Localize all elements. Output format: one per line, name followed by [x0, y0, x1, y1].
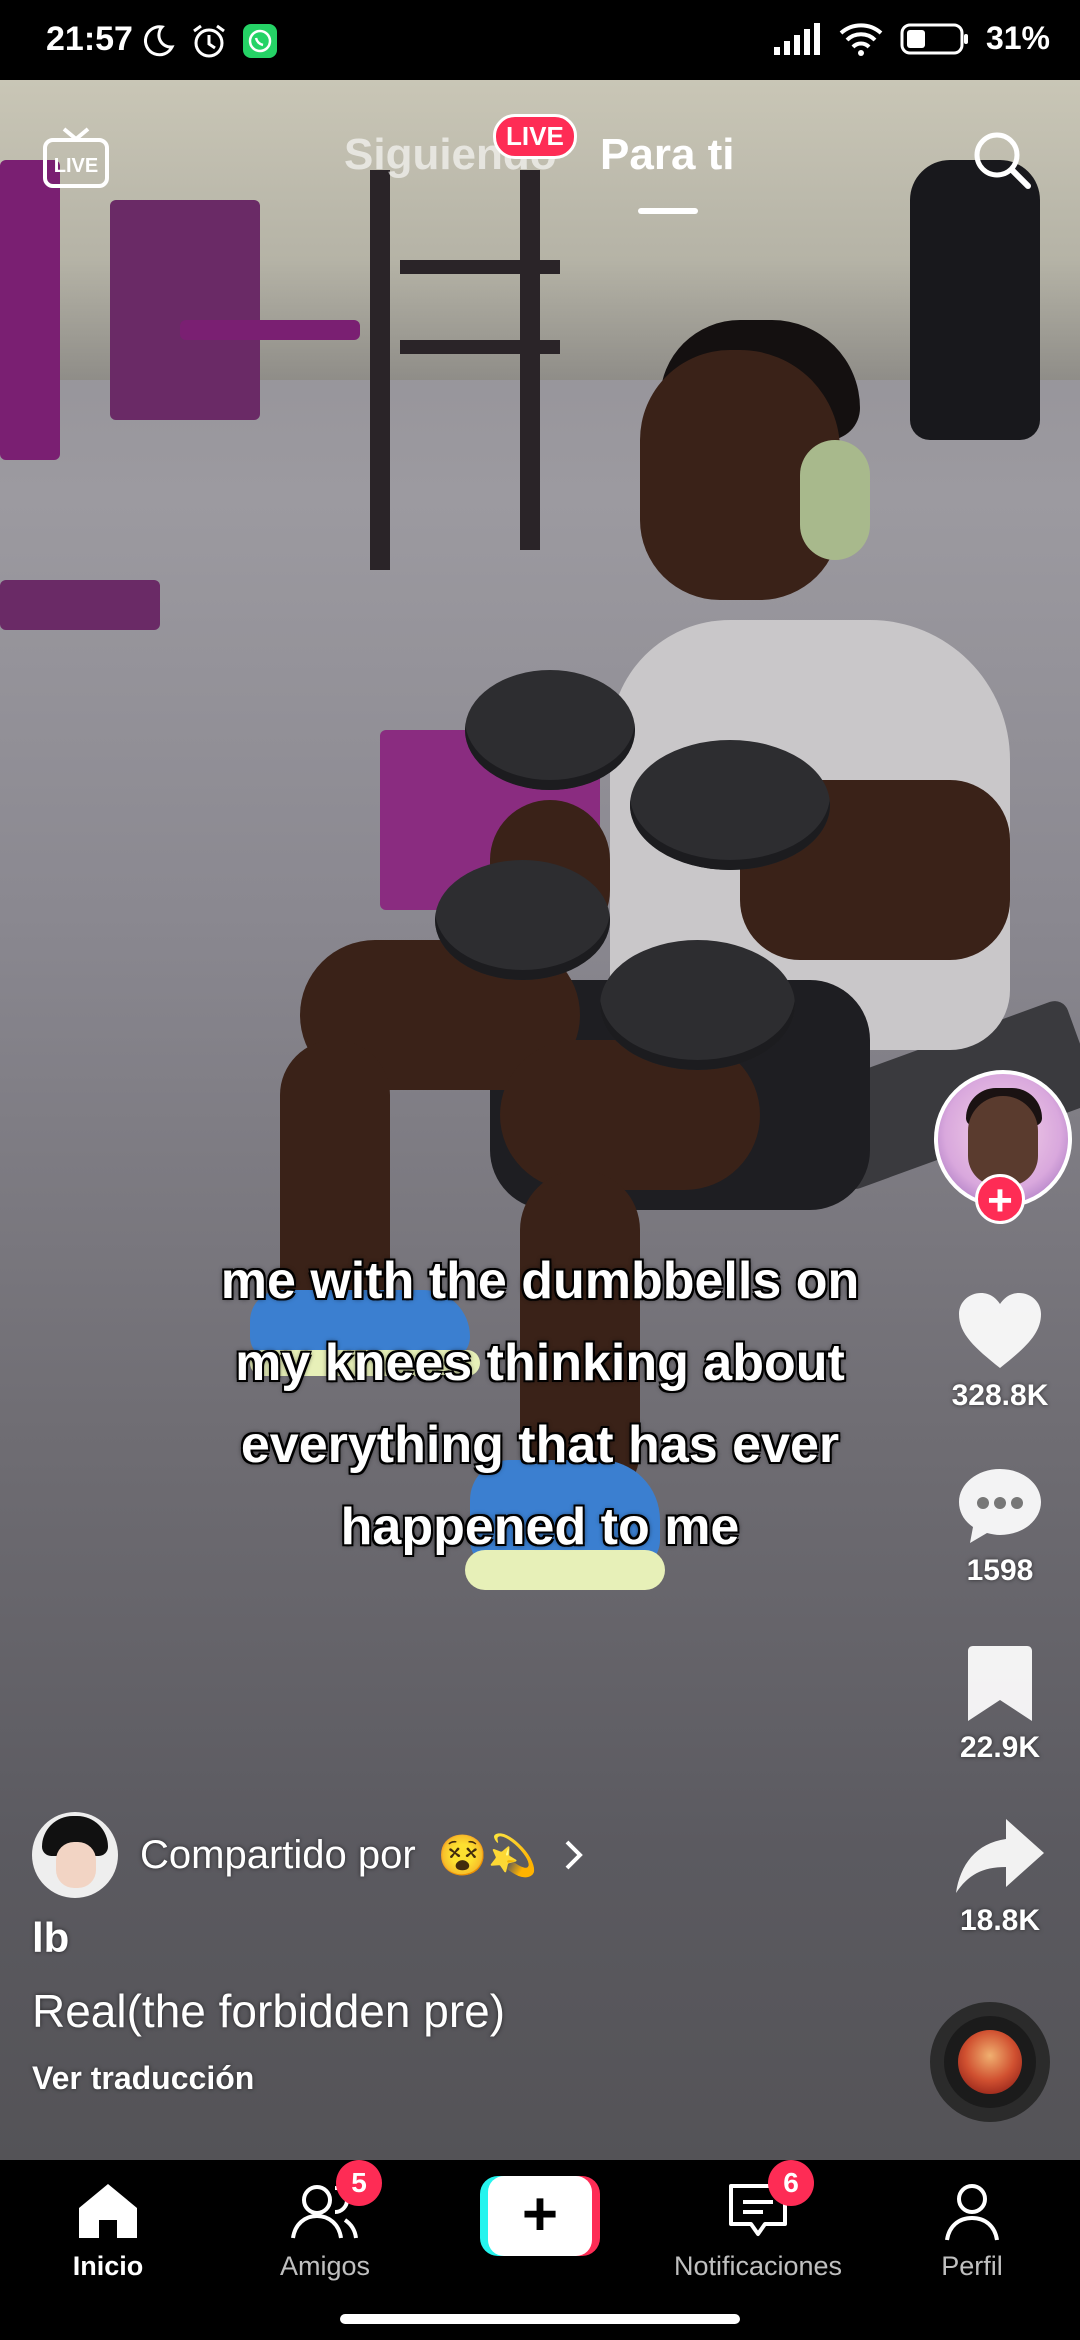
whatsapp-icon	[243, 24, 277, 58]
plus-icon: +	[488, 2176, 592, 2256]
heart-icon	[959, 1293, 1041, 1368]
search-button[interactable]	[970, 128, 1034, 192]
dumbbell	[600, 940, 795, 1070]
like-count: 328.8K	[951, 1379, 1049, 1412]
translate-link[interactable]: Ver traducción	[32, 2060, 852, 2097]
tv-live-icon: LIVE	[43, 127, 109, 188]
save-count: 22.9K	[959, 1731, 1041, 1764]
sharer-avatar[interactable]	[32, 1812, 118, 1898]
nav-home[interactable]: Inicio	[8, 2180, 208, 2282]
battery-icon	[900, 23, 968, 54]
shared-by-emoji: 😵💫	[437, 1833, 538, 1878]
share-count: 18.8K	[959, 1904, 1041, 1937]
home-indicator[interactable]	[340, 2314, 740, 2324]
home-icon	[79, 2184, 137, 2238]
alarm-icon	[193, 24, 225, 58]
video-caption: me with the dumbbells on my knees thinki…	[140, 1240, 940, 1568]
save-button[interactable]: 22.9K	[920, 1642, 1080, 1765]
status-icons-right: 31%	[772, 20, 1050, 57]
status-icons-left	[140, 22, 278, 60]
comment-icon	[959, 1469, 1041, 1543]
weight-rack-bar	[400, 340, 560, 354]
shared-by-row[interactable]: Compartido por 😵💫	[32, 1810, 852, 1900]
nav-inbox[interactable]: Notificaciones	[658, 2180, 858, 2282]
dumbbell	[630, 740, 830, 870]
headphones	[800, 440, 870, 560]
gym-bench	[180, 320, 360, 340]
battery-percent: 31%	[985, 20, 1050, 56]
top-nav: LIVE Siguiendo LIVE Para ti	[0, 80, 1080, 230]
chevron-right-icon	[565, 1840, 584, 1870]
caption-line: my knees thinking about	[235, 1334, 845, 1392]
dumbbell	[465, 670, 635, 790]
creator-username[interactable]: lb	[32, 1914, 852, 1962]
dumbbell	[435, 860, 610, 980]
moon-icon	[143, 25, 175, 57]
share-button[interactable]: 18.8K	[920, 1815, 1080, 1938]
gym-machine	[110, 200, 260, 420]
profile-icon	[945, 2184, 999, 2241]
status-time: 21:57	[46, 20, 133, 58]
tab-for-you[interactable]: Para ti	[600, 130, 735, 180]
weight-rack	[370, 170, 390, 570]
caption-line: happened to me	[340, 1498, 740, 1556]
music-cover	[958, 2030, 1022, 2094]
wifi-icon	[839, 22, 883, 56]
signal-icon	[773, 22, 820, 55]
live-badge: LIVE	[493, 114, 577, 159]
nav-friends[interactable]: Amigos	[225, 2180, 425, 2282]
nav-friends-label: Amigos	[279, 2251, 371, 2281]
like-button[interactable]: 328.8K	[920, 1290, 1080, 1413]
live-button[interactable]: LIVE	[42, 125, 110, 189]
nav-profile-label: Perfil	[941, 2251, 1003, 2281]
comment-button[interactable]: 1598	[920, 1465, 1080, 1588]
follow-button[interactable]: +	[975, 1174, 1025, 1225]
status-bar: 21:57 31%	[0, 0, 1080, 80]
video-description[interactable]: Real(the forbidden pre)	[32, 1984, 852, 2038]
sharer-avatar-face	[56, 1842, 96, 1888]
search-icon	[974, 132, 1031, 189]
avatar-face	[968, 1096, 1038, 1186]
create-button[interactable]: +	[480, 2176, 600, 2256]
nav-profile[interactable]: Perfil	[872, 2180, 1072, 2282]
nav-inbox-label: Notificaciones	[673, 2251, 843, 2281]
comment-count: 1598	[966, 1554, 1034, 1587]
inbox-badge: 6	[768, 2160, 814, 2206]
friends-badge: 5	[336, 2160, 382, 2206]
shared-by-label: Compartido por	[140, 1832, 416, 1877]
weight-rack-bar	[400, 260, 560, 274]
caption-line: everything that has ever	[240, 1416, 840, 1474]
live-icon-text: LIVE	[54, 155, 98, 177]
bottom-nav: Inicio Amigos 5 + Notificaciones 6 Perfi…	[0, 2160, 1080, 2340]
music-disc[interactable]	[930, 2002, 1050, 2122]
gym-machine	[0, 580, 160, 630]
nav-home-label: Inicio	[72, 2251, 144, 2281]
video-info: Compartido por 😵💫 lb Real(the forbidden …	[32, 1810, 852, 2097]
caption-line: me with the dumbbells on	[220, 1252, 860, 1310]
action-rail: + 328.8K 1598 22.9K 18.8K	[920, 1060, 1080, 2060]
share-arrow-icon	[956, 1819, 1044, 1893]
active-tab-indicator	[638, 208, 698, 214]
bookmark-icon	[968, 1646, 1032, 1721]
